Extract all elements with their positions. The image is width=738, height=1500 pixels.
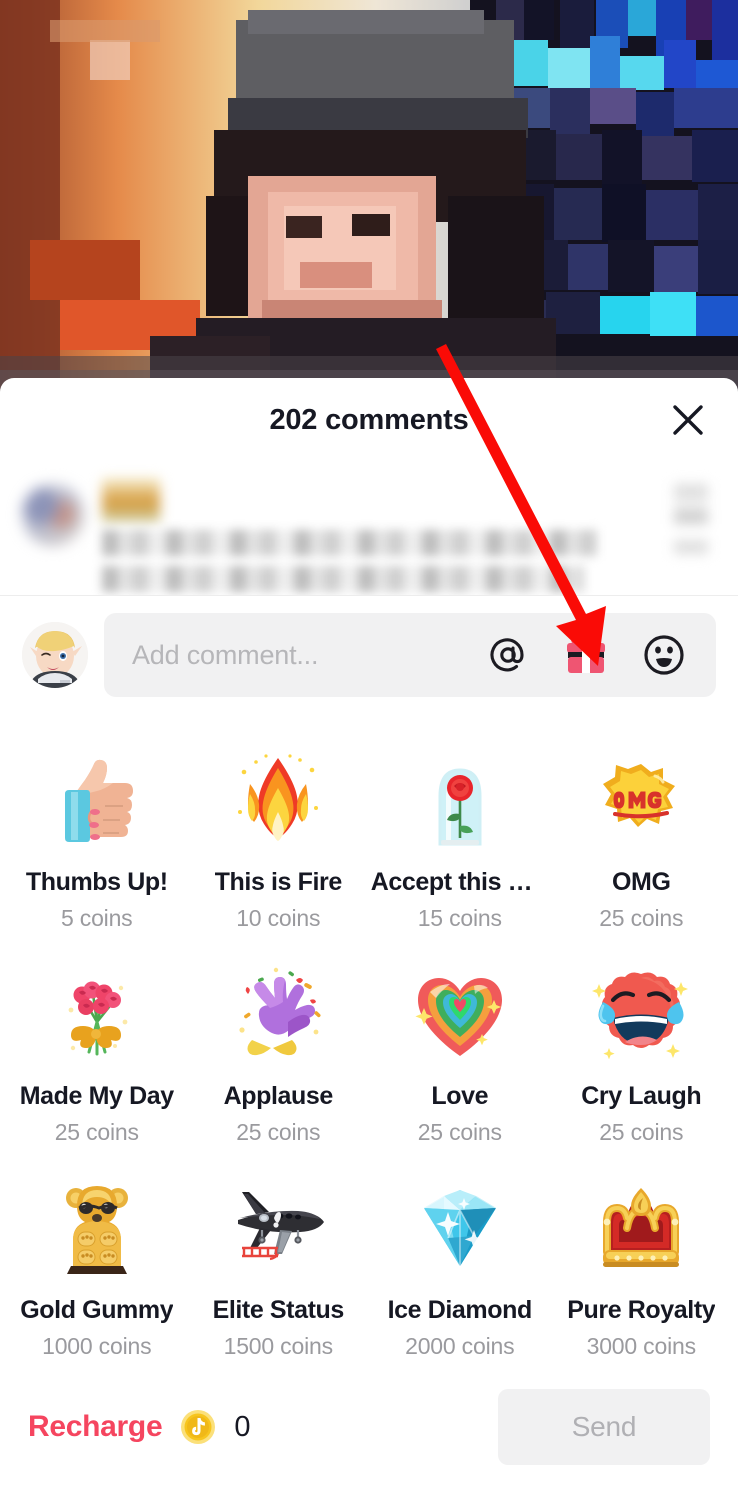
- comment-item[interactable]: [22, 476, 716, 595]
- omg-gift-icon: [585, 746, 697, 858]
- gift-price: 1500 coins: [223, 1333, 333, 1359]
- diamond-gift-icon: [404, 1174, 516, 1286]
- gift-item[interactable]: Made My Day 25 coins: [6, 942, 188, 1156]
- gift-price: 25 coins: [417, 1119, 502, 1145]
- commenter-avatar: [22, 484, 84, 546]
- send-label: Send: [571, 1411, 637, 1442]
- commenter-name-blurred: [102, 478, 160, 522]
- gift-name: Thumbs Up!: [25, 868, 168, 896]
- gift-item[interactable]: Thumbs Up! 5 coins: [6, 728, 188, 942]
- gift-price: 15 coins: [417, 905, 502, 931]
- gift-item[interactable]: Cry Laugh 25 coins: [551, 942, 733, 1156]
- gift-name: Made My Day: [19, 1082, 174, 1110]
- gift-item[interactable]: Love 25 coins: [369, 942, 551, 1156]
- gift-item[interactable]: Ice Diamond 2000 coins: [369, 1156, 551, 1370]
- bouquet-gift-icon: [41, 960, 153, 1072]
- gift-name: This is Fire: [214, 868, 342, 896]
- gift-name: Love: [431, 1082, 489, 1110]
- applause-gift-icon: [222, 960, 334, 1072]
- gift-item[interactable]: Applause 25 coins: [188, 942, 370, 1156]
- gift-item[interactable]: Gold Gummy 1000 coins: [6, 1156, 188, 1370]
- gift-price: 25 coins: [599, 1119, 684, 1145]
- gift-price: 25 coins: [54, 1119, 139, 1145]
- emoji-icon: [644, 635, 684, 675]
- crown-gift-icon: [585, 1174, 697, 1286]
- gift-name: Accept this Ro…: [370, 868, 549, 896]
- user-avatar-icon: [22, 622, 88, 688]
- gift-item[interactable]: This is Fire 10 coins: [188, 728, 370, 942]
- sheet-header: 202 comments: [0, 378, 738, 462]
- send-button[interactable]: Send: [498, 1389, 710, 1465]
- page-title: 202 comments: [269, 403, 469, 436]
- gift-item[interactable]: Pure Royalty 3000 coins: [551, 1156, 733, 1370]
- comment-input-bar: Add comment...: [0, 596, 738, 714]
- at-icon: [490, 638, 524, 672]
- avatar[interactable]: [22, 622, 88, 688]
- comment-body: [102, 476, 716, 595]
- gift-name: Pure Royalty: [567, 1296, 716, 1324]
- gift-name: Ice Diamond: [387, 1296, 532, 1324]
- rainbow-heart-gift-icon: [404, 960, 516, 1072]
- close-button[interactable]: [662, 394, 714, 446]
- gift-price: 5 coins: [61, 905, 133, 931]
- private-jet-gift-icon: [222, 1174, 334, 1286]
- gift-grid: Thumbs Up! 5 coins This is Fire 10 coins…: [0, 714, 738, 1370]
- comment-input-pill[interactable]: Add comment...: [104, 613, 716, 697]
- recharge-button[interactable]: Recharge 0: [28, 1409, 250, 1445]
- gold-gummy-bear-gift-icon: [41, 1174, 153, 1286]
- comments-gift-sheet: 202 comments Add comment... Thumbs Up! 5…: [0, 378, 738, 1500]
- emoji-button[interactable]: [638, 629, 690, 681]
- coin-balance: 0: [234, 1410, 251, 1443]
- gift-price: 1000 coins: [42, 1333, 152, 1359]
- gift-price: 3000 coins: [586, 1333, 696, 1359]
- gift-name: Cry Laugh: [581, 1082, 702, 1110]
- tiktok-coin-icon: [180, 1409, 216, 1445]
- close-icon: [673, 405, 703, 435]
- video-background[interactable]: [0, 0, 738, 395]
- gift-item[interactable]: Accept this Ro… 15 coins: [369, 728, 551, 942]
- comment-list[interactable]: [0, 462, 738, 596]
- gift-name: Elite Status: [212, 1296, 344, 1324]
- gift-price: 25 coins: [236, 1119, 321, 1145]
- fire-gift-icon: [222, 746, 334, 858]
- gift-price: 10 coins: [236, 905, 321, 931]
- gift-name: Gold Gummy: [20, 1296, 174, 1324]
- rose-in-glass-gift-icon: [404, 746, 516, 858]
- gift-icon: [567, 635, 605, 673]
- gift-price: 2000 coins: [405, 1333, 515, 1359]
- gift-name: OMG: [611, 868, 671, 896]
- tiktok-gift-panel-screen: 202 comments Add comment... Thumbs Up! 5…: [0, 0, 738, 1500]
- cry-laugh-gift-icon: [585, 960, 697, 1072]
- input-action-icons: [482, 629, 690, 681]
- comment-text-blurred: [102, 530, 598, 556]
- gift-price: 25 coins: [599, 905, 684, 931]
- comment-like-blurred[interactable]: [674, 484, 708, 554]
- thumbs-up-gift-icon: [41, 746, 153, 858]
- gift-bottom-bar: Recharge 0 Send: [0, 1370, 738, 1500]
- gift-button[interactable]: [560, 629, 612, 681]
- comment-text-blurred: [102, 566, 584, 592]
- gift-item[interactable]: OMG 25 coins: [551, 728, 733, 942]
- gift-name: Applause: [223, 1082, 333, 1110]
- gift-item[interactable]: Elite Status 1500 coins: [188, 1156, 370, 1370]
- recharge-label: Recharge: [28, 1410, 163, 1443]
- mention-button[interactable]: [482, 629, 534, 681]
- search-input[interactable]: Add comment...: [132, 640, 482, 671]
